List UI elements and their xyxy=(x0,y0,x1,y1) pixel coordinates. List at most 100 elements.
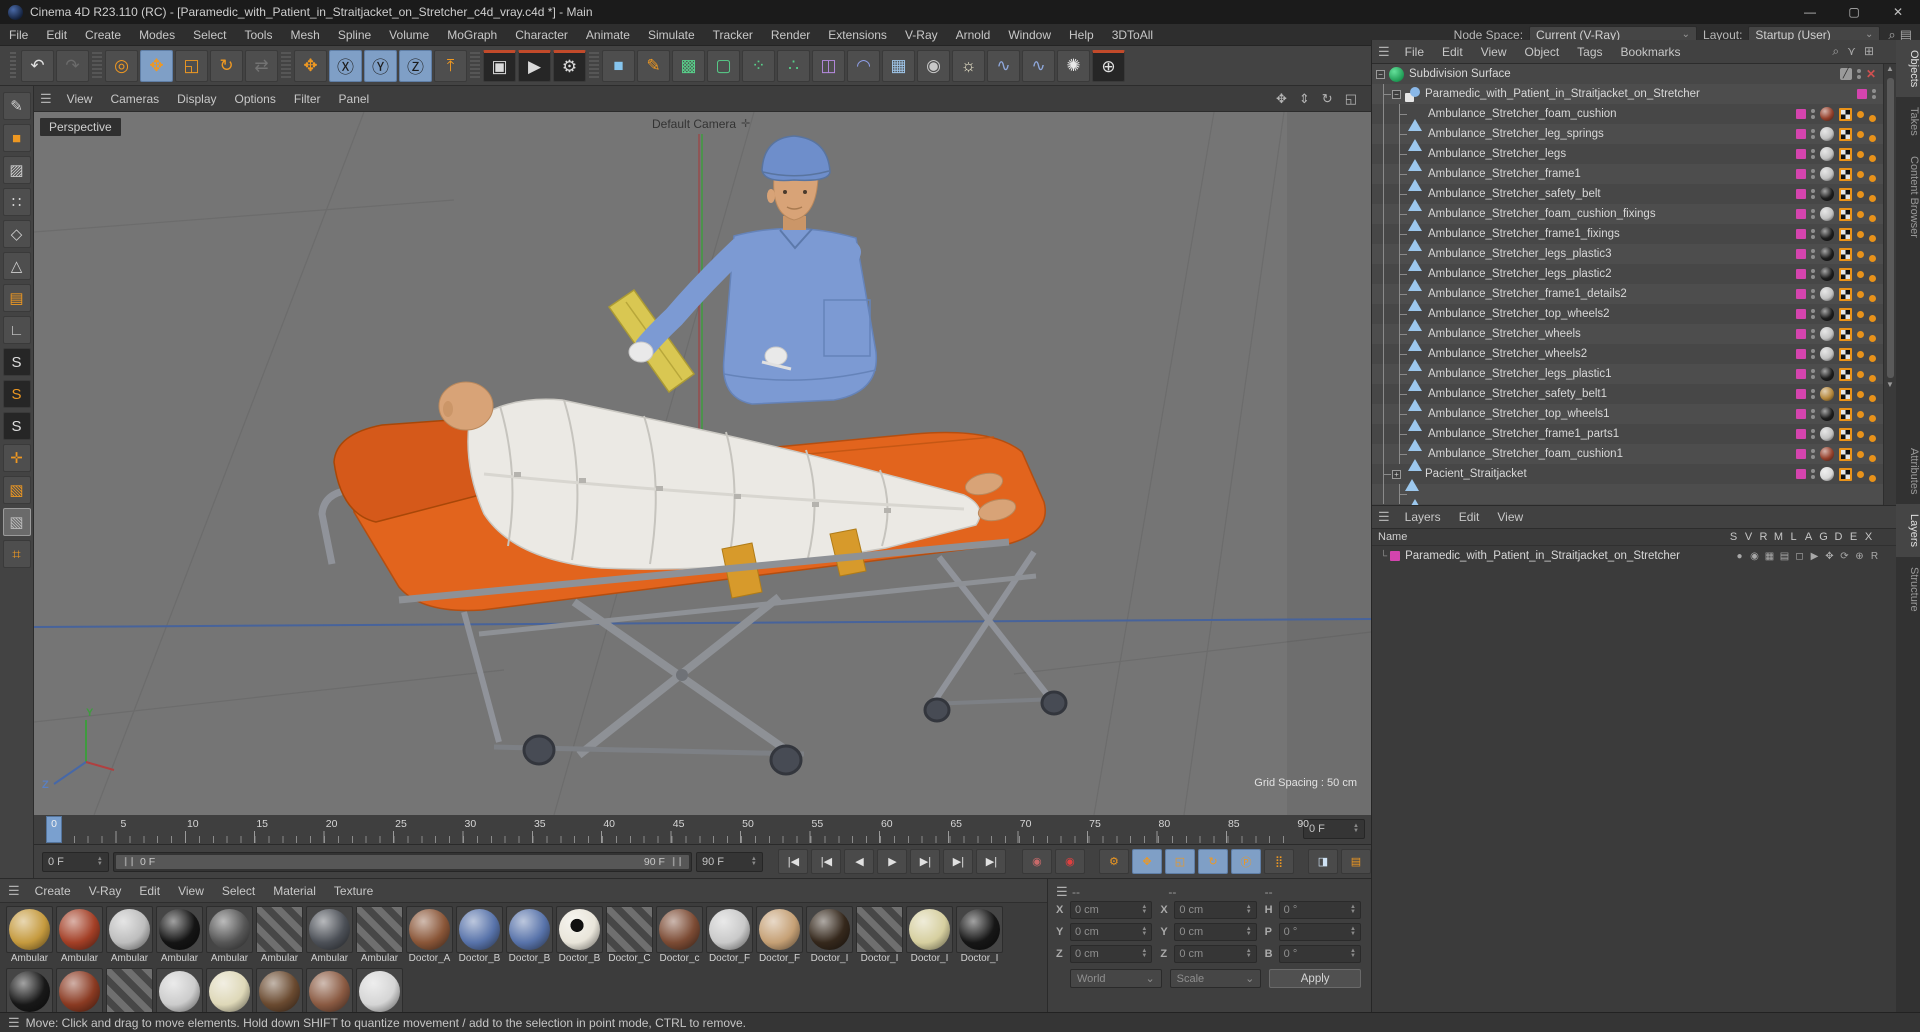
hamburger-icon[interactable]: ☰ xyxy=(8,883,20,899)
previous-key-button[interactable]: |◀ xyxy=(811,849,842,874)
object-row-ambulance-stretcher-leg-springs[interactable]: Ambulance_Stretcher_leg_springs xyxy=(1372,124,1896,151)
tab-objects[interactable]: Objects xyxy=(1896,40,1920,98)
expressions-icon[interactable]: ⊕ xyxy=(1852,551,1867,562)
cloner-button[interactable]: ⁘ xyxy=(742,49,775,82)
stepper-icon[interactable]: ▲ ▼ xyxy=(1350,948,1356,959)
material-tag-icon[interactable] xyxy=(1820,467,1834,481)
frame-range-slider[interactable]: ❙❙ 0 F 90 F ❙❙ xyxy=(112,851,692,872)
selection-tag-icon[interactable] xyxy=(1869,454,1876,462)
menu-mesh[interactable]: Mesh xyxy=(281,24,328,46)
material-thumbnail-doctor-i[interactable]: Doctor_I xyxy=(806,906,853,966)
material-thumbnail-ambular[interactable]: Ambular xyxy=(206,906,253,966)
layer-color-swatch[interactable] xyxy=(1796,249,1806,259)
eye-icon[interactable]: ◉ xyxy=(1747,551,1762,562)
coordinate-system-button[interactable]: ⤒ xyxy=(434,49,467,82)
uvw-tag-icon[interactable] xyxy=(1839,367,1852,381)
material-thumbnail-doctor-f[interactable]: Doctor_F xyxy=(706,906,753,966)
play-forward-button[interactable]: ▶ xyxy=(877,849,908,874)
hamburger-icon[interactable]: ☰ xyxy=(1378,44,1390,60)
range-start-handle[interactable]: ❙❙ xyxy=(122,856,136,868)
menu-mograph[interactable]: MoGraph xyxy=(438,24,506,46)
layer-color-swatch[interactable] xyxy=(1796,289,1806,299)
layer-color-swatch[interactable] xyxy=(1796,109,1806,119)
selection-tag-icon[interactable] xyxy=(1869,114,1876,122)
solo-animation-button[interactable]: ◨ xyxy=(1307,849,1338,874)
phong-tag-icon[interactable] xyxy=(1857,190,1864,198)
menu-edit[interactable]: Edit xyxy=(37,24,76,46)
menu-tools[interactable]: Tools xyxy=(235,24,281,46)
key-rotation-button[interactable]: ↻ xyxy=(1197,849,1228,874)
stepper-icon[interactable]: ▲ ▼ xyxy=(97,856,103,867)
selection-tag-icon[interactable] xyxy=(1869,414,1876,422)
layer-color-swatch[interactable] xyxy=(1796,389,1806,399)
layer-manager-menu-edit[interactable]: Edit xyxy=(1450,506,1489,528)
timeline-ruler[interactable]: 0 5 10 15 20 25 30 35 40 45 50 55 60 65 70 75 80 85 90 0 F… xyxy=(34,815,1371,845)
layer-color-swatch[interactable] xyxy=(1857,89,1867,99)
visibility-dots-icon[interactable] xyxy=(1811,229,1815,239)
material-menu-edit[interactable]: Edit xyxy=(130,880,169,902)
uvw-tag-icon[interactable] xyxy=(1839,347,1852,361)
powerslider-options-button[interactable]: ▤ xyxy=(1340,849,1371,874)
object-row-ambulance-stretcher-frame1[interactable]: Ambulance_Stretcher_frame1 xyxy=(1372,164,1896,191)
range-end-handle[interactable]: ❙❙ xyxy=(670,856,684,868)
material-thumbnail[interactable] xyxy=(256,968,303,1013)
phong-tag-icon[interactable] xyxy=(1857,470,1864,478)
viewport-menu-display[interactable]: Display xyxy=(168,88,225,110)
phong-tag-icon[interactable] xyxy=(1857,250,1864,258)
object-row-ambulance-stretcher-frame1-parts1[interactable]: Ambulance_Stretcher_frame1_parts1 xyxy=(1372,424,1896,451)
uvw-tag-icon[interactable] xyxy=(1839,247,1852,261)
material-thumbnail-doctor-i[interactable]: Doctor_I xyxy=(906,906,953,966)
render-view-button[interactable]: ▣ xyxy=(483,49,516,82)
lock-x-axis-button[interactable]: Ⓧ xyxy=(329,49,362,82)
visibility-dots-icon[interactable] xyxy=(1856,69,1861,79)
material-menu-texture[interactable]: Texture xyxy=(325,880,382,902)
phong-tag-icon[interactable] xyxy=(1857,130,1864,138)
python-tag-button[interactable]: ∿ xyxy=(1022,49,1055,82)
viewport-menu-view[interactable]: View xyxy=(58,88,102,110)
hamburger-icon[interactable]: ☰ xyxy=(8,1015,20,1031)
layer-color-swatch[interactable] xyxy=(1796,449,1806,459)
uvw-tag-icon[interactable] xyxy=(1839,287,1852,301)
material-thumbnail-doctor-c[interactable]: Doctor_C xyxy=(606,906,653,966)
menu-render[interactable]: Render xyxy=(762,24,819,46)
key-pla-button[interactable]: ⣿ xyxy=(1263,849,1294,874)
expander-icon[interactable]: − xyxy=(1376,69,1385,79)
key-scale-button[interactable]: ◱ xyxy=(1164,849,1195,874)
maximize-view-icon[interactable]: ◱ xyxy=(1345,91,1357,107)
goto-start-button[interactable]: |◀ xyxy=(778,849,809,874)
deformers-icon[interactable]: ⟳ xyxy=(1837,551,1852,562)
stepper-icon[interactable]: ▲ ▼ xyxy=(1350,904,1356,915)
material-thumbnail[interactable] xyxy=(206,968,253,1013)
polygon-mode-button[interactable]: △ xyxy=(2,252,31,280)
phong-tag-icon[interactable] xyxy=(1857,230,1864,238)
phong-tag-icon[interactable] xyxy=(1857,270,1864,278)
previous-frame-button[interactable]: ◀ xyxy=(844,849,875,874)
material-tag-icon[interactable] xyxy=(1820,247,1834,261)
selection-tag-icon[interactable] xyxy=(1869,334,1876,342)
display-tag-icon[interactable]: ╱ xyxy=(1839,68,1852,80)
material-thumbnail[interactable] xyxy=(6,968,53,1013)
material-thumbnail-doctor-i[interactable]: Doctor_I xyxy=(856,906,903,966)
orbit-icon[interactable]: ↻ xyxy=(1322,91,1333,107)
menu-select[interactable]: Select xyxy=(184,24,235,46)
visibility-dots-icon[interactable] xyxy=(1811,409,1815,419)
visibility-dots-icon[interactable] xyxy=(1811,289,1815,299)
goto-end-button[interactable]: ▶| xyxy=(976,849,1007,874)
object-row-ambulance-stretcher-legs-plastic1[interactable]: Ambulance_Stretcher_legs_plastic1 xyxy=(1372,364,1896,391)
primitive-cube-button[interactable]: ■ xyxy=(602,49,635,82)
viewport-menu-options[interactable]: Options xyxy=(226,88,285,110)
selection-tag-icon[interactable] xyxy=(1869,474,1876,482)
material-tag-icon[interactable] xyxy=(1820,347,1834,361)
uvw-tag-icon[interactable] xyxy=(1839,407,1852,421)
selection-tag-icon[interactable] xyxy=(1869,194,1876,202)
layer-color-swatch[interactable] xyxy=(1796,229,1806,239)
array-button[interactable]: ∴ xyxy=(777,49,810,82)
hamburger-icon[interactable]: ☰ xyxy=(1378,509,1390,525)
camera-label[interactable]: Default Camera ✛ xyxy=(652,117,750,131)
point-mode-button[interactable]: ∷ xyxy=(2,188,31,216)
object-row-paramedic-with-patient-in-straitjacket-on-stretcher[interactable]: − Paramedic_with_Patient_in_Straitjacket_… xyxy=(1372,84,1896,104)
material-thumbnail-doctor-b[interactable]: Doctor_B xyxy=(556,906,603,966)
quantize-button[interactable]: ⌗ xyxy=(2,540,31,568)
material-menu-v-ray[interactable]: V-Ray xyxy=(80,880,131,902)
selection-tag-icon[interactable] xyxy=(1869,294,1876,302)
